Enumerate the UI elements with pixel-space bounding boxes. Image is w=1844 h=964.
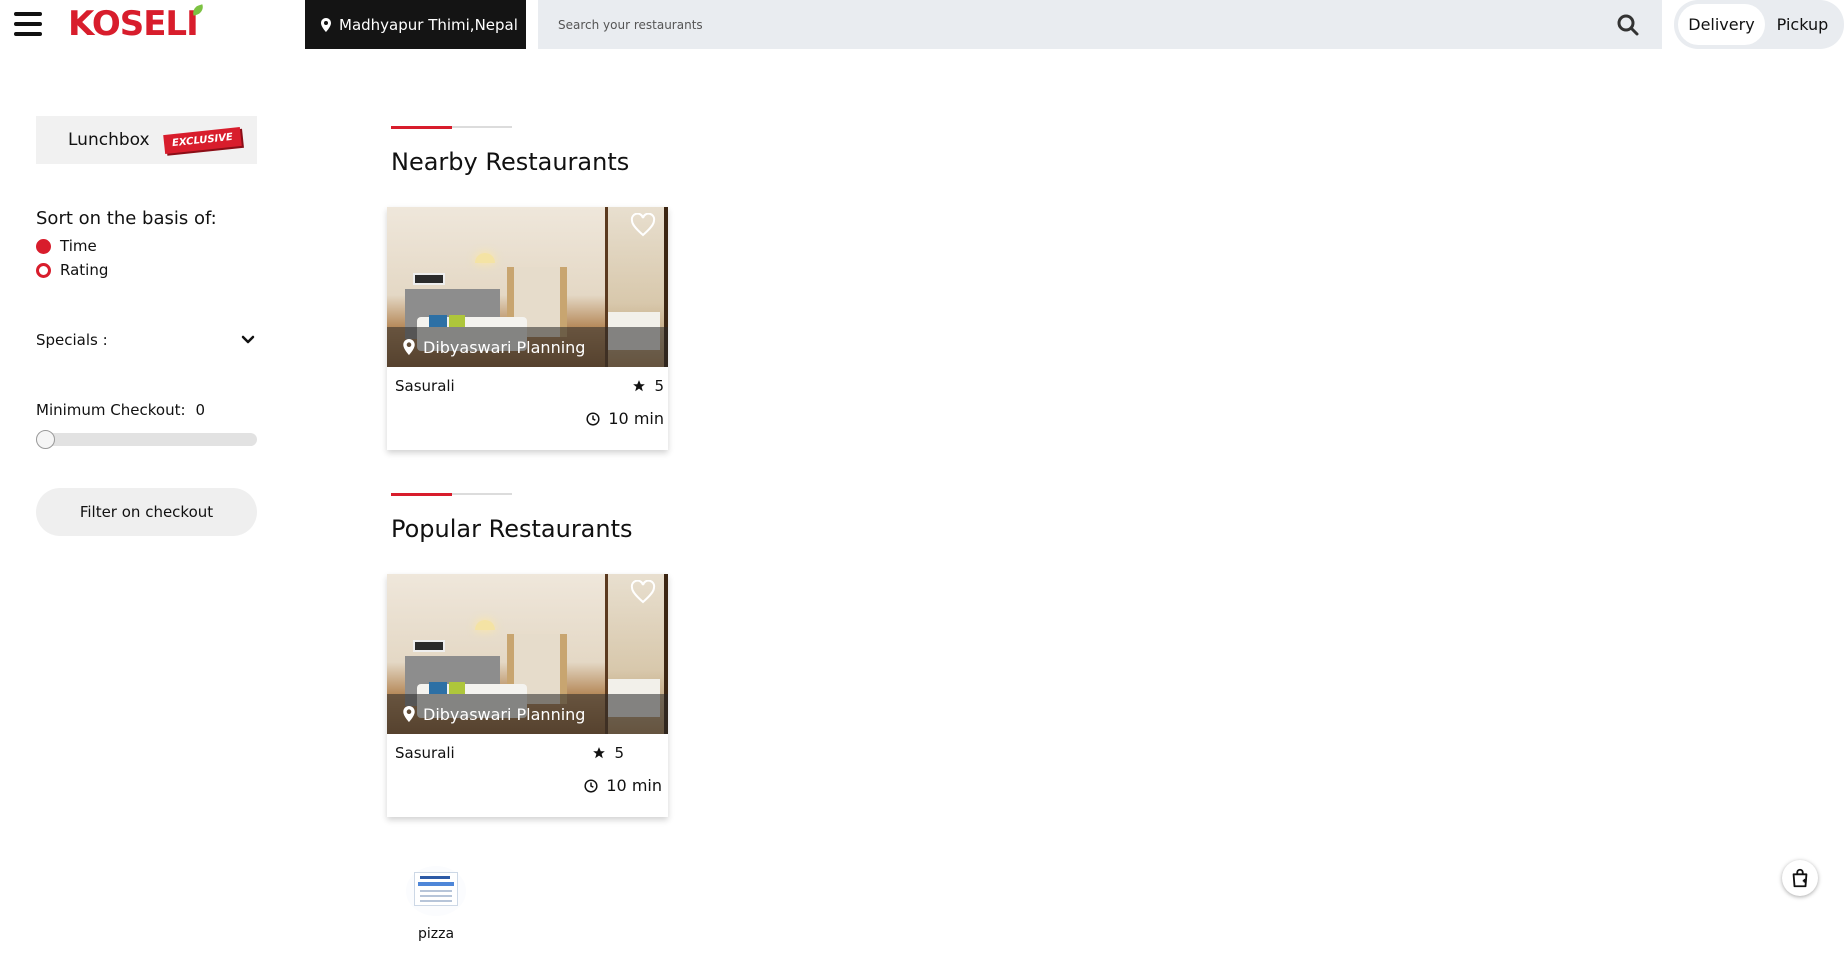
restaurant-card[interactable]: Dibyaswari Planning Sasurali 5 10 min xyxy=(387,207,668,450)
time-value: 10 min xyxy=(606,776,662,795)
rating-value: 5 xyxy=(654,377,664,395)
logo-text: KOSELI xyxy=(68,4,199,44)
restaurant-location: Dibyaswari Planning xyxy=(423,337,586,357)
category-label: pizza xyxy=(417,926,455,942)
search-bar xyxy=(538,0,1662,49)
section-underline xyxy=(391,126,512,129)
restaurant-name: Sasurali xyxy=(395,744,455,762)
star-icon xyxy=(593,747,606,759)
restaurant-rating: 5 xyxy=(592,744,624,762)
restaurant-rating: 5 xyxy=(632,377,664,395)
search-input[interactable] xyxy=(538,0,1598,49)
location-overlay: Dibyaswari Planning xyxy=(387,694,668,734)
specials-label: Specials : xyxy=(36,331,108,349)
sort-option-label: Rating xyxy=(60,261,109,279)
favorite-heart-icon[interactable] xyxy=(630,213,656,237)
card-body: Sasurali 5 10 min xyxy=(387,734,668,817)
radio-unchecked-icon[interactable] xyxy=(36,262,51,278)
location-pin-icon xyxy=(321,17,331,32)
section-title: Popular Restaurants xyxy=(391,515,633,543)
clock-icon xyxy=(584,778,598,793)
delivery-time: 10 min xyxy=(584,776,662,795)
min-checkout-value: 0 xyxy=(195,401,206,419)
min-checkout-label: Minimum Checkout: xyxy=(36,401,186,419)
star-icon xyxy=(633,380,646,392)
restaurant-card[interactable]: Dibyaswari Planning Sasurali 5 10 min xyxy=(387,574,668,817)
filter-on-checkout-button[interactable]: Filter on checkout xyxy=(36,488,257,536)
delivery-mode-toggle: Delivery Pickup xyxy=(1674,0,1844,49)
cart-button[interactable] xyxy=(1782,860,1818,896)
section-underline xyxy=(391,493,512,496)
filter-sidebar: Lunchbox EXCLUSIVE Sort on the basis of:… xyxy=(36,116,257,536)
top-header: KOSELI Madhyapur Thimi,Nepal Delivery Pi… xyxy=(0,0,1844,49)
location-text: Madhyapur Thimi,Nepal xyxy=(339,15,518,34)
location-pin-icon xyxy=(403,339,415,355)
koseli-logo[interactable]: KOSELI xyxy=(68,2,205,46)
nearby-restaurants-section: Nearby Restaurants xyxy=(391,126,629,176)
min-checkout-slider[interactable] xyxy=(36,430,257,449)
location-selector[interactable]: Madhyapur Thimi,Nepal xyxy=(305,0,526,49)
rating-value: 5 xyxy=(614,744,624,762)
menu-hamburger-icon[interactable] xyxy=(14,12,42,36)
location-pin-icon xyxy=(403,706,415,722)
sort-title: Sort on the basis of: xyxy=(36,208,217,229)
mode-delivery-button[interactable]: Delivery xyxy=(1678,4,1765,45)
slider-handle[interactable] xyxy=(36,430,55,449)
restaurant-location: Dibyaswari Planning xyxy=(423,704,586,724)
favorite-heart-icon[interactable] xyxy=(630,580,656,604)
exclusive-badge: EXCLUSIVE xyxy=(162,126,242,154)
section-title: Nearby Restaurants xyxy=(391,148,630,176)
sort-option-label: Time xyxy=(60,237,97,255)
search-icon[interactable] xyxy=(1616,13,1640,37)
radio-checked-icon[interactable] xyxy=(36,238,51,254)
restaurant-name: Sasurali xyxy=(395,377,455,395)
restaurant-image: Dibyaswari Planning xyxy=(387,574,668,734)
sort-option-rating[interactable]: Rating xyxy=(36,261,257,279)
card-body: Sasurali 5 10 min xyxy=(387,367,668,450)
certificate-image xyxy=(406,866,466,916)
category-item-pizza[interactable]: pizza xyxy=(406,866,466,942)
lunchbox-label: Lunchbox xyxy=(68,130,150,150)
mode-pickup-button[interactable]: Pickup xyxy=(1765,4,1840,45)
popular-restaurants-section: Popular Restaurants xyxy=(391,493,633,543)
chevron-down-icon xyxy=(241,335,255,344)
time-value: 10 min xyxy=(608,409,664,428)
sort-option-time[interactable]: Time xyxy=(36,237,257,255)
location-overlay: Dibyaswari Planning xyxy=(387,327,668,367)
shopping-bag-icon xyxy=(1792,868,1808,888)
delivery-time: 10 min xyxy=(586,409,664,428)
specials-dropdown[interactable]: Specials : xyxy=(36,331,257,349)
min-checkout-row: Minimum Checkout: 0 xyxy=(36,401,257,419)
lunchbox-button[interactable]: Lunchbox EXCLUSIVE xyxy=(36,116,257,164)
restaurant-image: Dibyaswari Planning xyxy=(387,207,668,367)
clock-icon xyxy=(586,411,600,426)
